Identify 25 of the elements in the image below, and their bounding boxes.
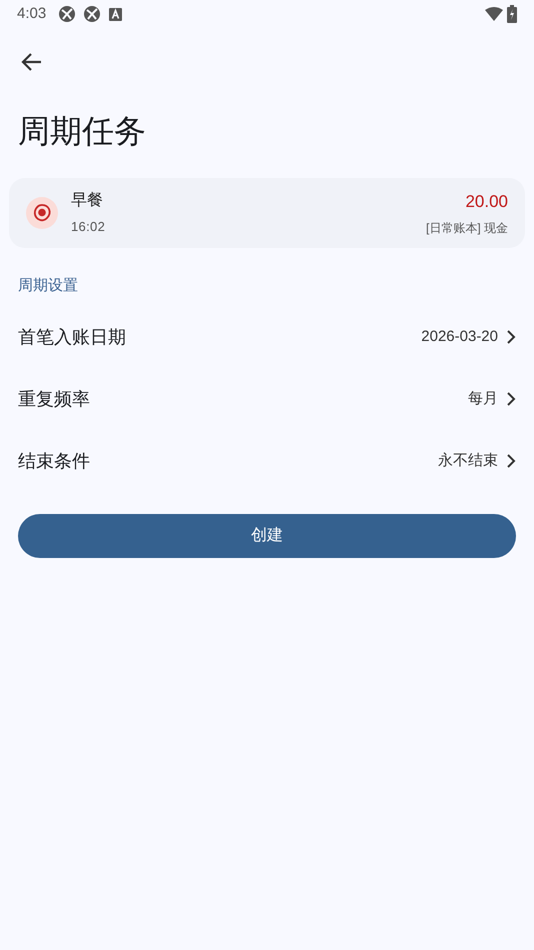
section-title: 周期设置 xyxy=(18,277,78,294)
status-time: 4:03 xyxy=(17,4,46,24)
chevron-right-icon xyxy=(506,454,516,468)
setting-label: 结束条件 xyxy=(18,450,90,472)
record-amount: 20.00 xyxy=(465,190,508,213)
settings-row[interactable]: 首笔入账日期 2026-03-20 xyxy=(0,306,534,368)
app-notification-icon xyxy=(83,5,102,23)
chevron-right-icon xyxy=(506,392,516,406)
app-notification-icon xyxy=(58,5,76,23)
page-title: 周期任务 xyxy=(18,112,146,151)
wifi-icon xyxy=(485,7,503,21)
settings-row[interactable]: 结束条件 永不结束 xyxy=(0,430,534,492)
setting-value: 永不结束 xyxy=(438,450,498,471)
chevron-right-icon xyxy=(506,330,516,344)
setting-value: 每月 xyxy=(468,388,498,409)
setting-label: 重复频率 xyxy=(18,388,90,410)
create-button[interactable]: 创建 xyxy=(18,514,516,558)
battery-icon xyxy=(507,5,517,23)
setting-label: 首笔入账日期 xyxy=(18,326,126,348)
record-time: 16:02 xyxy=(71,218,106,236)
keyboard-notification-icon xyxy=(109,8,122,20)
settings-row[interactable]: 重复频率 每月 xyxy=(0,368,534,430)
setting-value: 2026-03-20 xyxy=(421,326,498,347)
record-name: 早餐 xyxy=(71,190,104,212)
record-account: [日常账本] 现金 xyxy=(426,220,508,238)
